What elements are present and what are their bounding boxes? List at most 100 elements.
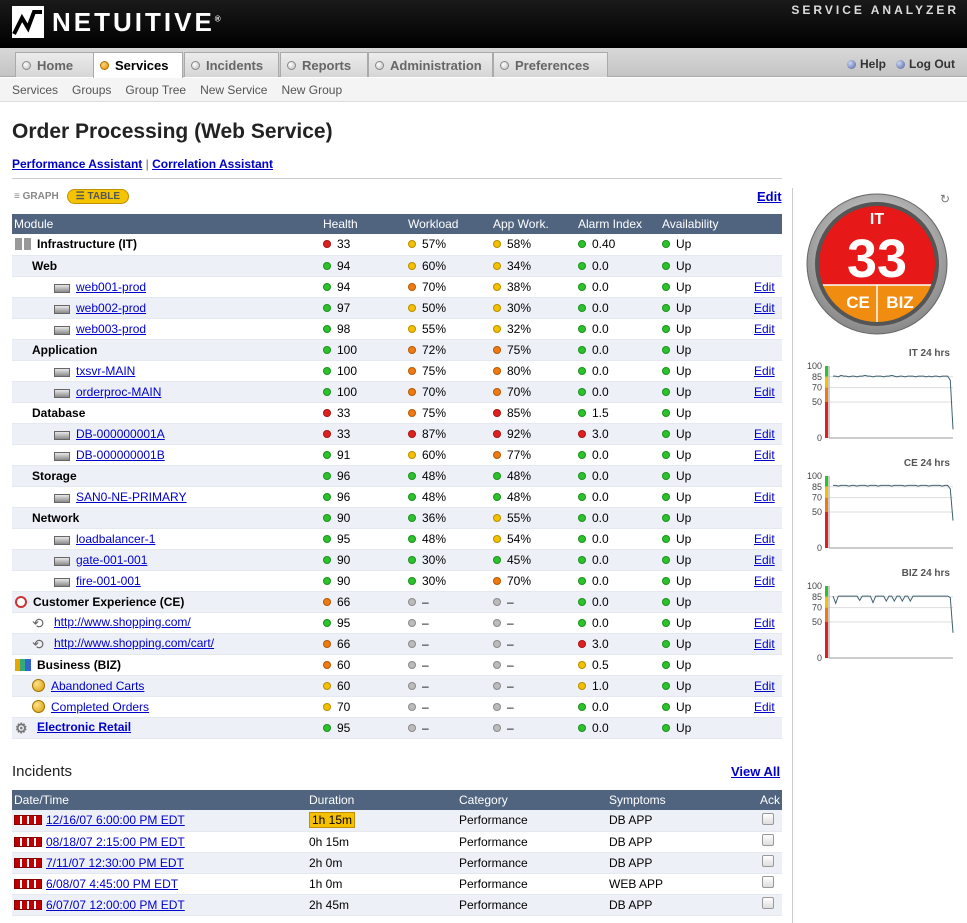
status-green-icon (662, 345, 670, 354)
availability-value: Up (676, 342, 692, 357)
status-yellow-icon (493, 261, 501, 270)
view-all-incidents-link[interactable]: View All (731, 764, 780, 779)
column-header: App Work. (491, 214, 576, 234)
workload-value: 48% (422, 531, 447, 546)
module-link[interactable]: Abandoned Carts (51, 679, 144, 693)
tab-services[interactable]: Services (93, 52, 183, 78)
workload-cell: – (406, 612, 491, 634)
app-workload-value: 34% (507, 258, 532, 273)
app-workload-cell: – (491, 696, 576, 718)
module-row: gate-001-001 90 30% 45% 0.0 Up Edit (12, 549, 782, 571)
edit-module-link[interactable]: Edit (754, 700, 775, 714)
module-link[interactable]: gate-001-001 (76, 553, 147, 567)
module-name-cell: Network (12, 507, 321, 529)
incident-link[interactable]: 6/08/07 4:45:00 PM EDT (46, 877, 178, 891)
module-link[interactable]: SAN0-NE-PRIMARY (76, 490, 186, 504)
edit-module-link[interactable]: Edit (754, 385, 775, 399)
status-orange-icon (323, 639, 331, 648)
module-link[interactable]: http://www.shopping.com/cart/ (54, 636, 214, 650)
module-link[interactable]: http://www.shopping.com/ (54, 615, 191, 629)
performance-assistant-link[interactable]: Performance Assistant (12, 157, 142, 171)
edit-module-link[interactable]: Edit (754, 322, 775, 336)
tab-preferences[interactable]: Preferences (493, 52, 608, 77)
ack-checkbox[interactable] (762, 855, 774, 867)
module-link[interactable]: web001-prod (76, 280, 146, 294)
edit-module-link[interactable]: Edit (754, 637, 775, 651)
module-link[interactable]: web003-prod (76, 322, 146, 336)
edit-module-link[interactable]: Edit (754, 448, 775, 462)
edit-cell: Edit (752, 318, 782, 340)
module-link[interactable]: txsvr-MAIN (76, 364, 135, 378)
module-link[interactable]: web002-prod (76, 301, 146, 315)
module-row: Storage 96 48% 48% 0.0 Up (12, 465, 782, 487)
incident-link[interactable]: 08/18/07 2:15:00 PM EDT (46, 835, 185, 849)
availability-value: Up (676, 615, 692, 630)
ack-checkbox[interactable] (762, 812, 774, 825)
tab-home[interactable]: Home (15, 52, 95, 77)
server-icon (54, 535, 70, 545)
edit-module-link[interactable]: Edit (754, 490, 775, 504)
health-cell: 90 (321, 549, 406, 571)
edit-module-link[interactable]: Edit (754, 427, 775, 441)
sparkline-series (832, 595, 954, 633)
module-link[interactable]: DB-000000001B (76, 448, 165, 462)
module-link[interactable]: orderproc-MAIN (76, 385, 161, 399)
edit-module-link[interactable]: Edit (754, 553, 775, 567)
severity-icon (14, 878, 42, 889)
status-green-icon (578, 471, 586, 480)
subnav-new-service[interactable]: New Service (200, 83, 267, 97)
ack-checkbox[interactable] (762, 876, 774, 888)
edit-cell (752, 402, 782, 424)
subnav-services[interactable]: Services (12, 83, 58, 97)
workload-cell: – (406, 696, 491, 718)
module-link[interactable]: Completed Orders (51, 700, 149, 714)
status-yellow-icon (408, 324, 416, 333)
status-green-icon (578, 534, 586, 543)
ack-checkbox[interactable] (762, 897, 774, 909)
app-workload-value: 70% (507, 384, 532, 399)
edit-module-link[interactable]: Edit (754, 280, 775, 294)
app-workload-cell: 85% (491, 402, 576, 424)
status-green-icon (578, 324, 586, 333)
incident-link[interactable]: 12/16/07 6:00:00 PM EDT (46, 813, 185, 827)
incident-link[interactable]: 6/07/07 12:00:00 PM EDT (46, 898, 185, 912)
ack-cell (747, 852, 782, 874)
edit-service-link[interactable]: Edit (757, 189, 782, 204)
edit-module-link[interactable]: Edit (754, 574, 775, 588)
edit-module-link[interactable]: Edit (754, 532, 775, 546)
help-link[interactable]: Help (847, 57, 886, 71)
status-yellow-icon (408, 240, 416, 249)
module-link[interactable]: DB-000000001A (76, 427, 165, 441)
alarm-index-cell: 0.0 (576, 297, 660, 319)
alarm-index-cell: 0.0 (576, 255, 660, 277)
app-workload-cell: 70% (491, 570, 576, 592)
tab-incidents[interactable]: Incidents (184, 52, 279, 77)
graph-view-button[interactable]: ≡ GRAPH (14, 191, 59, 202)
sparkline-tick-label: 0 (817, 653, 822, 663)
tab-reports[interactable]: Reports (280, 52, 368, 77)
edit-module-link[interactable]: Edit (754, 301, 775, 315)
incident-link[interactable]: 7/11/07 12:30:00 PM EDT (46, 856, 184, 870)
tab-administration[interactable]: Administration (368, 52, 493, 77)
status-red-icon (578, 639, 586, 648)
edit-module-link[interactable]: Edit (754, 364, 775, 378)
subnav-group-tree[interactable]: Group Tree (125, 83, 186, 97)
tab-bullet-icon (100, 61, 109, 70)
correlation-assistant-link[interactable]: Correlation Assistant (152, 157, 273, 171)
ack-checkbox[interactable] (762, 834, 774, 846)
alarm-index-cell: 0.0 (576, 465, 660, 487)
subnav-groups[interactable]: Groups (72, 83, 111, 97)
table-view-button[interactable]: ☰ TABLE (66, 189, 130, 204)
module-link[interactable]: loadbalancer-1 (76, 532, 155, 546)
subnav-new-group[interactable]: New Group (281, 83, 342, 97)
logout-link[interactable]: Log Out (896, 57, 955, 71)
health-cell: 95 (321, 612, 406, 634)
edit-module-link[interactable]: Edit (754, 679, 775, 693)
incident-duration: 1h 0m (309, 876, 343, 891)
status-green-icon (578, 492, 586, 501)
health-value: 66 (337, 594, 351, 609)
alarm-index-cell: 0.5 (576, 654, 660, 676)
module-link[interactable]: Electronic Retail (37, 720, 131, 734)
module-link[interactable]: fire-001-001 (76, 574, 141, 588)
edit-module-link[interactable]: Edit (754, 616, 775, 630)
